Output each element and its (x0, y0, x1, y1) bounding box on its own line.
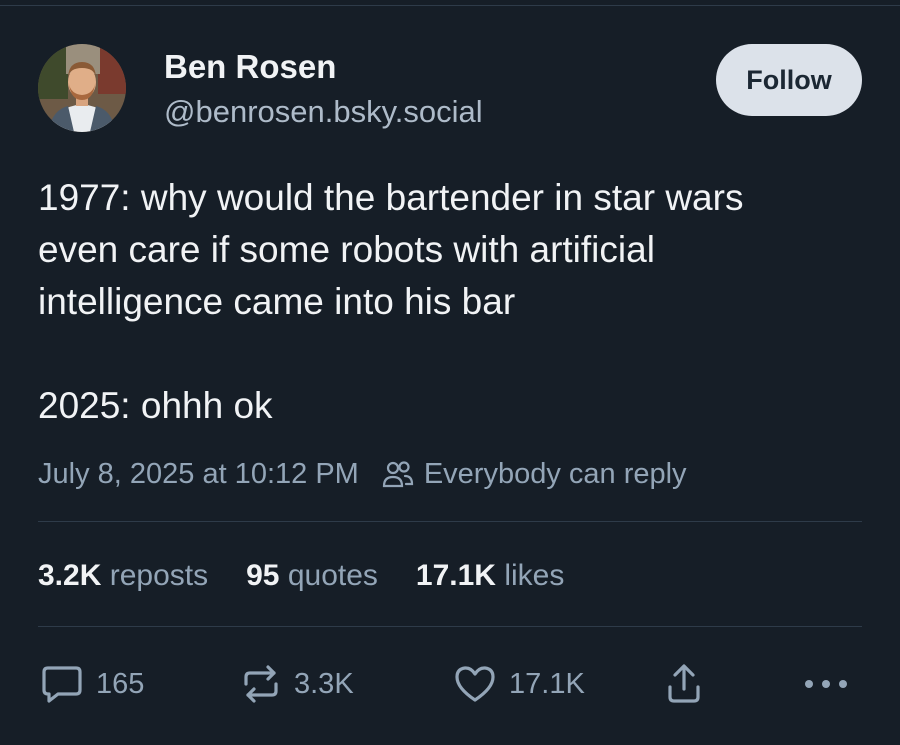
avatar-photo (38, 44, 126, 132)
reply-count: 165 (96, 667, 145, 700)
post-text: 1977: why would the bartender in star wa… (38, 172, 878, 432)
like-count: 17.1K (509, 667, 585, 700)
reposts-count: 3.2K (38, 559, 102, 592)
repost-icon (244, 665, 278, 703)
share-button[interactable] (666, 662, 702, 706)
quotes-label: quotes (287, 559, 378, 592)
share-icon (668, 664, 700, 703)
timestamp[interactable]: July 8, 2025 at 10:12 PM (38, 458, 359, 491)
engagement-stats: 3.2K reposts 95 quotes 17.1K likes (38, 557, 602, 595)
post-blank-line (38, 328, 878, 380)
quotes-count: 95 (246, 559, 280, 592)
heart-icon (455, 666, 495, 702)
follow-button[interactable]: Follow (716, 44, 862, 116)
likes-label: likes (504, 559, 565, 592)
like-button[interactable]: 17.1K (453, 662, 585, 706)
reply-button[interactable]: 165 (40, 662, 144, 706)
post-text-line: 2025: ohhh ok (38, 385, 273, 426)
likes-count: 17.1K (415, 559, 496, 592)
display-name[interactable]: Ben Rosen (164, 48, 336, 86)
more-button[interactable] (803, 662, 849, 706)
reposts-label: reposts (109, 559, 209, 592)
post-meta: July 8, 2025 at 10:12 PM Everybody can r… (38, 455, 687, 493)
reply-setting[interactable]: Everybody can reply (424, 458, 687, 491)
post-text-line: 1977: why would the bartender in star wa… (38, 177, 744, 218)
post-text-line: intelligence came into his bar (38, 281, 516, 322)
divider (38, 521, 862, 522)
divider (38, 626, 862, 627)
likes-stat[interactable]: 17.1K likes (416, 559, 564, 593)
repost-button[interactable]: 3.3K (240, 662, 354, 706)
speech-bubble-icon (42, 666, 82, 703)
top-divider (0, 5, 900, 6)
repost-count: 3.3K (294, 667, 354, 700)
reposts-stat[interactable]: 3.2K reposts (38, 559, 208, 593)
handle[interactable]: @benrosen.bsky.social (164, 94, 483, 130)
avatar[interactable] (38, 44, 126, 132)
people-icon (381, 459, 415, 489)
quotes-stat[interactable]: 95 quotes (246, 559, 378, 593)
post-text-line: even care if some robots with artificial (38, 229, 655, 270)
more-dots-icon (805, 680, 847, 688)
